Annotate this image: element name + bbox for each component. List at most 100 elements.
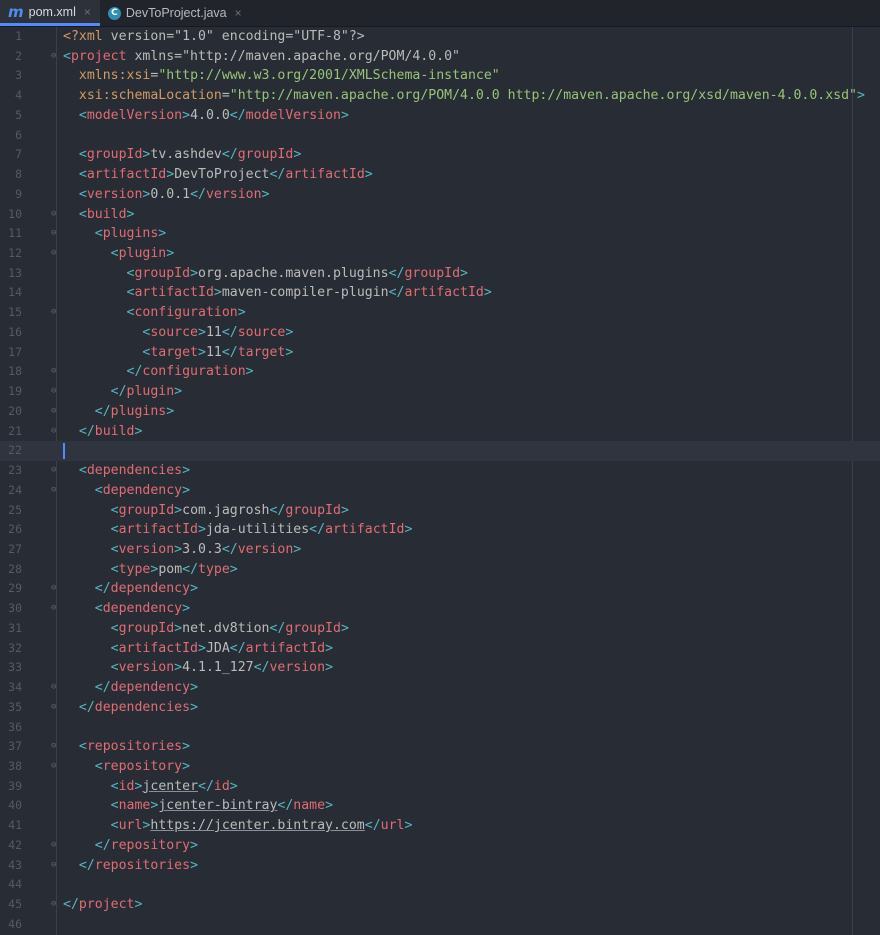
code-line[interactable]: 37 ⊖ <repositories> <box>0 737 880 757</box>
line-number: 33 <box>8 660 22 675</box>
code-text: </repositories> <box>78 857 199 873</box>
fold-marker-icon[interactable]: ⊖ <box>51 461 56 481</box>
code-line[interactable]: 3 xmlns:xsi="http://www.w3.org/2001/XMLS… <box>0 66 880 86</box>
code-line[interactable]: 34 ⊖ </dependency> <box>0 678 880 698</box>
tab-pom-xml[interactable]: m pom.xml × <box>0 0 100 26</box>
code-line[interactable]: 43 ⊖ </repositories> <box>0 856 880 876</box>
fold-marker-icon[interactable]: ⊖ <box>51 698 56 718</box>
fold-marker-icon[interactable]: ⊖ <box>51 836 56 856</box>
fold-marker-icon[interactable]: ⊖ <box>51 205 56 225</box>
code-line[interactable]: 24 ⊖ <dependency> <box>0 481 880 501</box>
fold-marker-icon[interactable]: ⊖ <box>51 244 56 264</box>
code-line[interactable]: 39 <id>jcenter</id> <box>0 777 880 797</box>
line-number: 37 <box>8 739 22 754</box>
line-number: 13 <box>8 265 22 280</box>
code-line[interactable]: 14 <artifactId>maven-compiler-plugin</ar… <box>0 283 880 303</box>
code-line[interactable]: 23 ⊖ <dependencies> <box>0 461 880 481</box>
code-line[interactable]: 36 <box>0 718 880 738</box>
code-line[interactable]: 7 <groupId>tv.ashdev</groupId> <box>0 145 880 165</box>
code-line[interactable]: 18 ⊖ </configuration> <box>0 362 880 382</box>
fold-marker-icon[interactable]: ⊖ <box>51 579 56 599</box>
code-line[interactable]: 35 ⊖ </dependencies> <box>0 698 880 718</box>
code-line[interactable]: 38 ⊖ <repository> <box>0 757 880 777</box>
code-line[interactable]: 27 <version>3.0.3</version> <box>0 540 880 560</box>
fold-marker-icon[interactable]: ⊖ <box>51 856 56 876</box>
line-number: 34 <box>8 680 22 695</box>
code-line[interactable]: 22 <box>0 441 880 462</box>
code-line[interactable]: 32 <artifactId>JDA</artifactId> <box>0 639 880 659</box>
line-number: 22 <box>8 443 22 458</box>
code-line[interactable]: 21 ⊖ </build> <box>0 422 880 442</box>
fold-marker-icon[interactable]: ⊖ <box>51 481 56 501</box>
fold-marker-icon[interactable]: ⊖ <box>51 47 56 67</box>
line-number: 42 <box>8 837 22 852</box>
code-line[interactable]: 5 <modelVersion>4.0.0</modelVersion> <box>0 106 880 126</box>
code-line[interactable]: 40 <name>jcenter-bintray</name> <box>0 796 880 816</box>
tab-label: pom.xml <box>28 4 76 19</box>
code-line[interactable]: 12 ⊖ <plugin> <box>0 244 880 264</box>
code-text: <artifactId>DevToProject</artifactId> <box>78 167 373 183</box>
code-line[interactable]: 30 ⊖ <dependency> <box>0 599 880 619</box>
tab-devtoproject-java[interactable]: C DevToProject.java × <box>100 0 251 26</box>
close-icon[interactable]: × <box>84 5 91 19</box>
code-line[interactable]: 20 ⊖ </plugins> <box>0 402 880 422</box>
code-line[interactable]: 41 <url>https://jcenter.bintray.com</url… <box>0 816 880 836</box>
code-line[interactable]: 6 <box>0 126 880 146</box>
code-line[interactable]: 33 <version>4.1.1_127</version> <box>0 658 880 678</box>
fold-marker-icon[interactable]: ⊖ <box>51 382 56 402</box>
line-number: 30 <box>8 601 22 616</box>
code-line[interactable]: 28 <type>pom</type> <box>0 560 880 580</box>
code-text: <source>11</source> <box>142 324 294 340</box>
code-line[interactable]: 8 <artifactId>DevToProject</artifactId> <box>0 165 880 185</box>
code-line[interactable]: 45 ⊖ </project> <box>0 895 880 915</box>
code-text: </plugin> <box>110 384 183 400</box>
code-line[interactable]: 46 <box>0 915 880 935</box>
code-line[interactable]: 42 ⊖ </repository> <box>0 836 880 856</box>
fold-marker-icon[interactable]: ⊖ <box>51 224 56 244</box>
code-line[interactable]: 17 <target>11</target> <box>0 343 880 363</box>
code-line[interactable]: 10 ⊖ <build> <box>0 205 880 225</box>
code-line[interactable]: 29 ⊖ </dependency> <box>0 579 880 599</box>
code-line[interactable]: 1 <?xml version="1.0" encoding="UTF-8"?> <box>0 27 880 47</box>
line-number: 14 <box>8 285 22 300</box>
fold-marker-icon[interactable]: ⊖ <box>51 599 56 619</box>
maven-m-icon: m <box>8 2 24 21</box>
fold-marker-icon[interactable]: ⊖ <box>51 895 56 915</box>
fold-marker-icon[interactable]: ⊖ <box>51 422 56 442</box>
fold-marker-icon[interactable]: ⊖ <box>51 303 56 323</box>
line-number: 25 <box>8 502 22 517</box>
code-text: </dependency> <box>94 581 199 597</box>
code-line[interactable]: 44 <box>0 875 880 895</box>
code-line[interactable]: 9 <version>0.0.1</version> <box>0 185 880 205</box>
code-text: <groupId>net.dv8tion</groupId> <box>110 620 349 636</box>
fold-marker-icon[interactable]: ⊖ <box>51 737 56 757</box>
code-line[interactable]: 19 ⊖ </plugin> <box>0 382 880 402</box>
code-line[interactable]: 16 <source>11</source> <box>0 323 880 343</box>
code-text: <url>https://jcenter.bintray.com</url> <box>110 818 413 834</box>
code-line[interactable]: 2 ⊖ <project xmlns="http://maven.apache.or… <box>0 47 880 67</box>
fold-marker-icon[interactable]: ⊖ <box>51 757 56 777</box>
line-number: 40 <box>8 798 22 813</box>
line-number: 8 <box>15 167 22 182</box>
code-line[interactable]: 25 <groupId>com.jagrosh</groupId> <box>0 501 880 521</box>
fold-marker-icon[interactable]: ⊖ <box>51 678 56 698</box>
code-line[interactable]: 31 <groupId>net.dv8tion</groupId> <box>0 619 880 639</box>
code-editor[interactable]: 1 <?xml version="1.0" encoding="UTF-8"?> 2… <box>0 27 880 935</box>
code-line[interactable]: 13 <groupId>org.apache.maven.plugins</gr… <box>0 264 880 284</box>
line-number: 41 <box>8 818 22 833</box>
code-text: <artifactId>jda-utilities</artifactId> <box>110 522 413 538</box>
fold-marker-icon[interactable]: ⊖ <box>51 362 56 382</box>
line-number: 1 <box>15 29 22 43</box>
line-number: 7 <box>15 147 22 162</box>
line-number: 44 <box>8 877 22 892</box>
code-text: <target>11</target> <box>142 344 294 360</box>
code-line[interactable]: 15 ⊖ <configuration> <box>0 303 880 323</box>
code-line[interactable]: 4 xsi:schemaLocation="http://maven.apach… <box>0 86 880 106</box>
code-text: <id>jcenter</id> <box>110 778 238 794</box>
fold-marker-icon[interactable]: ⊖ <box>51 402 56 422</box>
code-line[interactable]: 11 ⊖ <plugins> <box>0 224 880 244</box>
code-line[interactable]: 26 <artifactId>jda-utilities</artifactId… <box>0 520 880 540</box>
close-icon[interactable]: × <box>235 6 242 20</box>
code-text: <artifactId>maven-compiler-plugin</artif… <box>126 285 492 301</box>
code-text: xmlns:xsi="http://www.w3.org/2001/XMLSch… <box>78 68 500 84</box>
